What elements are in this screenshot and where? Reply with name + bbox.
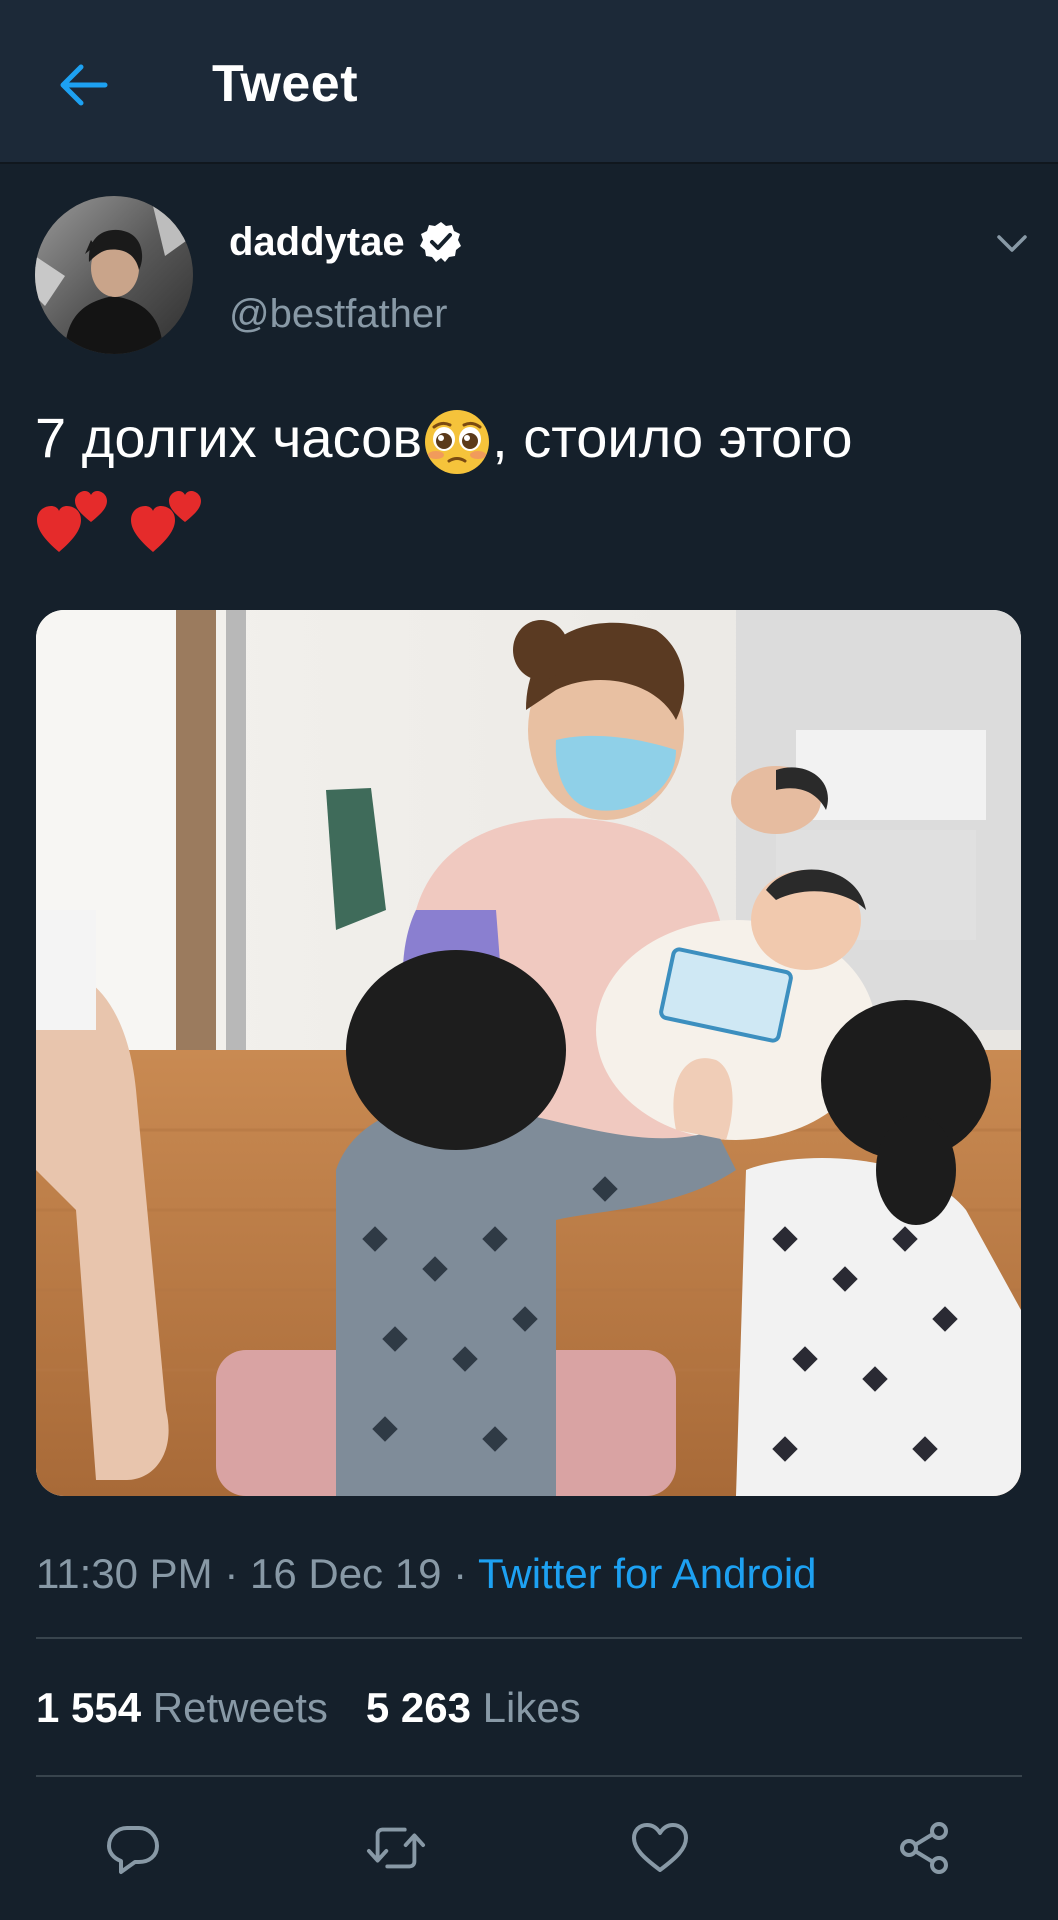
display-name: daddytae bbox=[229, 220, 405, 264]
avatar[interactable] bbox=[35, 196, 193, 354]
tweet-emoji-line bbox=[35, 477, 1025, 553]
two-hearts-emoji-icon bbox=[130, 491, 201, 553]
share-button[interactable] bbox=[895, 1818, 955, 1878]
tweet-time: 11:30 PM bbox=[36, 1550, 213, 1597]
heart-icon bbox=[632, 1823, 688, 1872]
reply-icon bbox=[107, 1826, 159, 1874]
tweet-text-part1: 7 долгих часов bbox=[35, 406, 423, 469]
user-handle[interactable]: @bestfather bbox=[229, 288, 448, 340]
arrow-left-icon bbox=[60, 64, 108, 106]
chevron-down-icon bbox=[997, 235, 1027, 252]
back-button[interactable] bbox=[48, 50, 118, 120]
likes-stat[interactable]: 5 263 Likes bbox=[366, 1680, 581, 1736]
reply-button[interactable] bbox=[103, 1818, 163, 1878]
more-options-button[interactable] bbox=[990, 222, 1034, 266]
tweet-date: 16 Dec 19 bbox=[249, 1550, 442, 1597]
author-name-row[interactable]: daddytae bbox=[229, 216, 463, 268]
tweet-source-link[interactable]: Twitter for Android bbox=[478, 1550, 816, 1597]
meta-separator: · bbox=[441, 1550, 479, 1597]
two-hearts-emoji-icon bbox=[37, 491, 107, 553]
likes-label: Likes bbox=[482, 1684, 581, 1731]
retweets-label: Retweets bbox=[152, 1684, 328, 1731]
divider bbox=[36, 1775, 1022, 1777]
likes-count: 5 263 bbox=[365, 1684, 471, 1731]
tweet-text: 7 долгих часов , стоило этого bbox=[35, 400, 1025, 553]
verified-badge-icon bbox=[419, 222, 461, 262]
photo-illustration bbox=[36, 610, 1021, 1496]
tweet-photo[interactable] bbox=[36, 610, 1021, 1496]
pleading-face-emoji-icon bbox=[425, 410, 490, 475]
tweet-stats: 1 554 Retweets 5 263 Likes bbox=[36, 1680, 619, 1736]
meta-separator: · bbox=[212, 1550, 250, 1597]
page-title: Tweet bbox=[212, 55, 359, 113]
retweet-icon bbox=[366, 1827, 426, 1869]
tweet-action-bar bbox=[0, 1808, 1058, 1888]
tweet-text-part2: , стоило этого bbox=[492, 406, 853, 469]
retweet-button[interactable] bbox=[366, 1818, 426, 1878]
divider bbox=[36, 1637, 1022, 1639]
share-icon bbox=[900, 1822, 948, 1874]
tweet-meta: 11:30 PM · 16 Dec 19 · Twitter for Andro… bbox=[36, 1546, 817, 1602]
top-bar: Tweet bbox=[0, 0, 1058, 164]
retweets-stat[interactable]: 1 554 Retweets bbox=[36, 1680, 328, 1736]
retweets-count: 1 554 bbox=[36, 1684, 142, 1731]
like-button[interactable] bbox=[630, 1818, 690, 1878]
